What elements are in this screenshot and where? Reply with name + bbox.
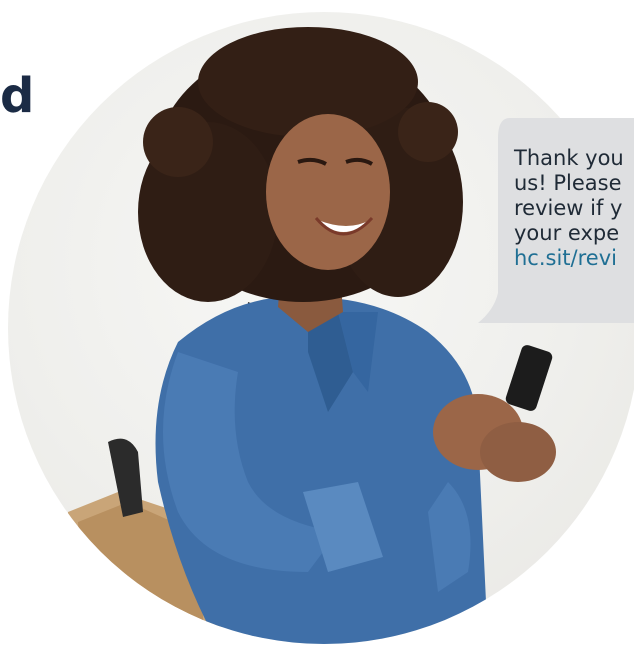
- sms-line-4: your expe: [514, 221, 620, 245]
- phone: [505, 345, 553, 411]
- sms-line-3: review if y: [514, 196, 623, 220]
- sms-line-1: Thank you: [514, 146, 624, 170]
- woman-photo-illustration: [68, 27, 556, 644]
- photo-circle: [8, 12, 634, 644]
- review-link[interactable]: hc.sit/revi: [514, 246, 634, 271]
- smiling-face: [266, 114, 390, 270]
- sms-message-bubble: Thank you us! Please review if y your ex…: [470, 118, 634, 323]
- hero-graphic: d Thank you us! Please review if y your …: [0, 0, 634, 645]
- sms-message-text: Thank you us! Please review if y your ex…: [514, 146, 634, 271]
- sms-line-2: us! Please: [514, 171, 622, 195]
- denim-shirt: [155, 296, 488, 644]
